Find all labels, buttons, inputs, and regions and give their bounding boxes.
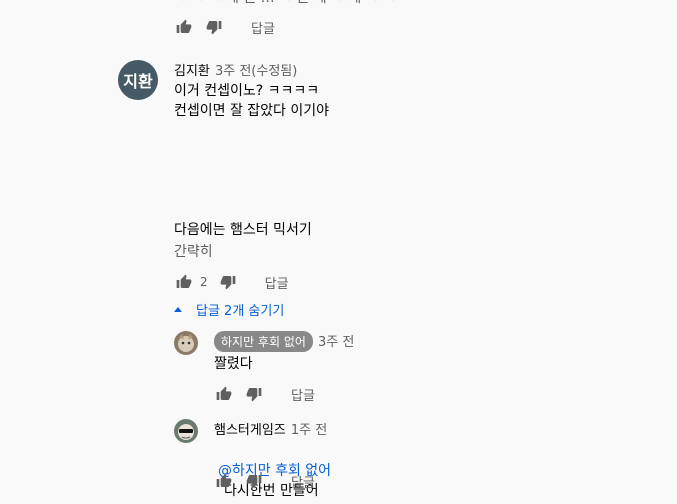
- top-comment-actions: 답글: [174, 17, 275, 37]
- like-icon[interactable]: [214, 384, 234, 404]
- comment-text-continued: 다음에는 햄스터 믹서기: [174, 222, 312, 238]
- reply-text: 짤렸다: [214, 356, 253, 372]
- dislike-icon[interactable]: [218, 272, 238, 292]
- avatar-initials: 지환: [123, 72, 153, 91]
- comment-text-partial: ㅋ ㅋ ㅋ 세 원 … ㅋ 원 세 ㅋ 세 ㅋ ㅋ: [174, 0, 396, 8]
- like-icon[interactable]: [214, 471, 234, 491]
- reply-button[interactable]: 답글: [265, 273, 289, 292]
- like-count: 2: [200, 275, 208, 289]
- reply-time[interactable]: 3주 전: [318, 335, 354, 350]
- chevron-up-icon: [174, 307, 182, 312]
- channel-owner-badge[interactable]: 하지만 후회 없어: [214, 331, 313, 352]
- reply-button[interactable]: 답글: [291, 385, 315, 404]
- reply-header: 하지만 후회 없어 3주 전: [214, 331, 354, 352]
- reply-time[interactable]: 1주 전: [291, 423, 327, 438]
- avatar[interactable]: 지환: [118, 60, 158, 100]
- show-less-link[interactable]: 간략히: [174, 242, 213, 262]
- like-icon[interactable]: [174, 272, 194, 292]
- dislike-icon[interactable]: [244, 384, 264, 404]
- dislike-icon[interactable]: [204, 17, 224, 37]
- comment-author[interactable]: 김지환: [174, 64, 210, 79]
- avatar[interactable]: [174, 331, 198, 355]
- comment-actions: 2 답글: [174, 272, 289, 292]
- reply-actions: 답글: [214, 384, 315, 404]
- reply-button[interactable]: 답글: [291, 472, 315, 491]
- hide-replies-label: 답글 2개 숨기기: [196, 304, 285, 319]
- reply-author[interactable]: 햄스터게임즈: [214, 423, 286, 438]
- like-icon[interactable]: [174, 17, 194, 37]
- avatar[interactable]: [174, 419, 198, 443]
- reply-actions: 답글: [214, 471, 315, 491]
- dislike-icon[interactable]: [244, 471, 264, 491]
- comment-time[interactable]: 3주 전(수정됨): [215, 64, 297, 79]
- reply-header: 햄스터게임즈 1주 전: [214, 419, 327, 438]
- comment-header: 김지환 3주 전(수정됨): [174, 60, 297, 79]
- reply-button[interactable]: 답글: [251, 18, 275, 37]
- hide-replies-button[interactable]: 답글 2개 숨기기: [174, 300, 284, 319]
- comment-text: 이거 컨셉이노? ㅋㅋㅋㅋ 컨셉이면 잘 잡았다 이기야: [174, 83, 330, 119]
